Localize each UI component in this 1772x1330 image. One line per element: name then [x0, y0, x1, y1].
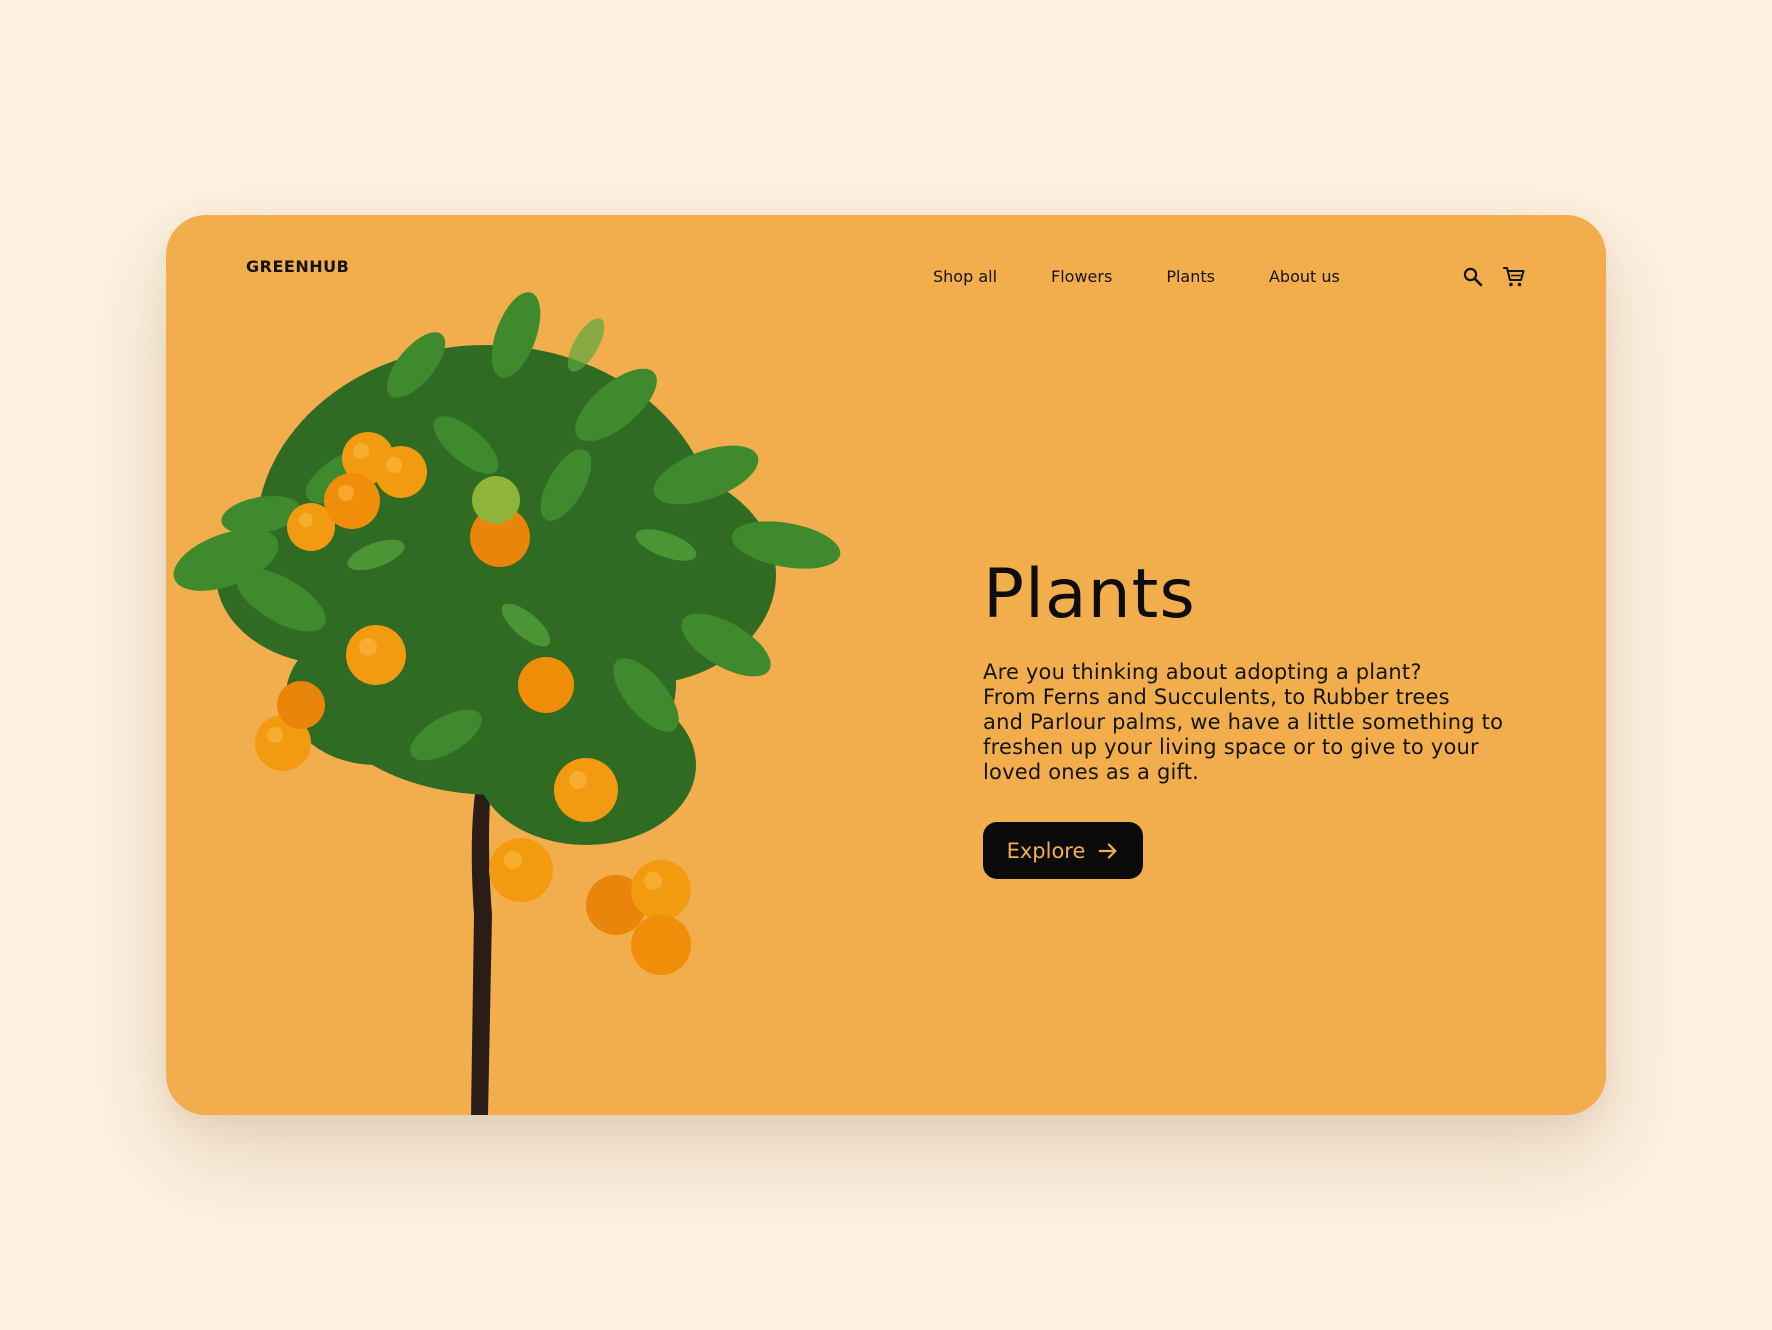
explore-button[interactable]: Explore [983, 822, 1143, 879]
hero-description-line: From Ferns and Succulents, to Rubber tre… [983, 685, 1450, 709]
explore-button-label: Explore [1006, 838, 1086, 863]
hero-card: GREENHUB Shop all Flowers Plants About u… [166, 215, 1606, 1115]
nav-item-flowers[interactable]: Flowers [1051, 267, 1112, 286]
hero-description-line: loved ones as a gift. [983, 760, 1200, 784]
cart-icon[interactable] [1502, 265, 1526, 289]
arrow-right-icon [1097, 840, 1119, 862]
orange-tree-image [166, 215, 926, 1115]
main-nav: Shop all Flowers Plants About us [933, 267, 1340, 286]
nav-item-plants[interactable]: Plants [1166, 267, 1215, 286]
nav-item-shop-all[interactable]: Shop all [933, 267, 997, 286]
hero-description-line: Are you thinking about adopting a plant? [983, 660, 1422, 684]
hero-description-line: and Parlour palms, we have a little some… [983, 710, 1504, 734]
hero-description-line: freshen up your living space or to give … [983, 735, 1479, 759]
hero-description: Are you thinking about adopting a plant?… [983, 660, 1523, 785]
page-title: Plants [983, 555, 1196, 634]
page-background: GREENHUB Shop all Flowers Plants About u… [0, 0, 1772, 1330]
search-icon[interactable] [1461, 265, 1485, 289]
nav-item-about-us[interactable]: About us [1269, 267, 1340, 286]
